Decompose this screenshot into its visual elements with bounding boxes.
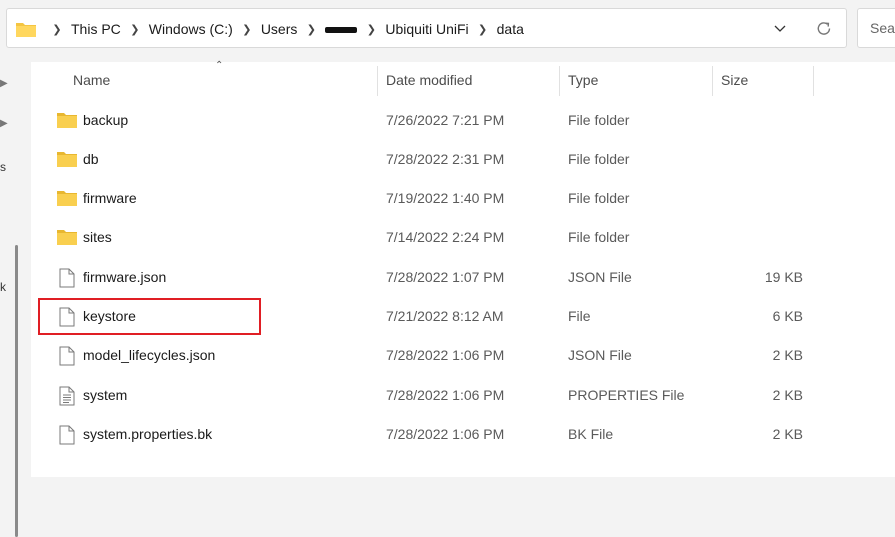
file-row-system[interactable]: system 7/28/2022 1:06 PM PROPERTIES File… — [31, 376, 895, 415]
navigation-pane[interactable]: ▶ ▶ s k — [0, 62, 30, 537]
column-size[interactable]: Size — [721, 62, 748, 98]
column-header: ⌃ Name Date modified Type Size — [31, 60, 895, 98]
file-size: 2 KB — [772, 426, 803, 442]
breadcrumb-windows-c[interactable]: Windows (C:) — [149, 21, 233, 37]
refresh-button[interactable] — [811, 17, 837, 41]
sort-ascending-icon[interactable]: ⌃ — [215, 60, 223, 71]
search-input[interactable] — [858, 9, 895, 47]
column-name[interactable]: Name — [73, 62, 110, 98]
file-row-firmware[interactable]: firmware 7/19/2022 1:40 PM File folder — [31, 179, 895, 218]
folder-icon — [56, 111, 78, 131]
chevron-right-icon[interactable]: ❯ — [48, 23, 66, 36]
file-type: File — [568, 308, 591, 324]
file-size: 6 KB — [772, 308, 803, 324]
folder-icon — [56, 228, 78, 248]
breadcrumb-this-pc[interactable]: This PC — [71, 21, 121, 37]
file-date: 7/28/2022 2:31 PM — [386, 151, 505, 167]
file-list: ⌃ Name Date modified Type Size backup 7/… — [31, 60, 895, 477]
file-date: 7/28/2022 1:06 PM — [386, 387, 505, 403]
chevron-right-icon[interactable]: ❯ — [362, 23, 380, 36]
file-size — [711, 218, 803, 257]
column-date-modified[interactable]: Date modified — [386, 62, 472, 98]
file-type: BK File — [568, 426, 614, 442]
file-row-model-lifecycles-json[interactable]: model_lifecycles.json 7/28/2022 1:06 PM … — [31, 336, 895, 375]
file-date: 7/26/2022 7:21 PM — [386, 112, 505, 128]
column-separator[interactable] — [813, 66, 814, 96]
folder-icon — [56, 189, 78, 209]
highlight-box — [38, 298, 261, 335]
redacted-username[interactable] — [325, 27, 358, 33]
file-type: JSON File — [568, 269, 632, 285]
column-type[interactable]: Type — [568, 62, 598, 98]
file-size — [711, 101, 803, 140]
column-separator[interactable] — [377, 66, 378, 96]
file-size: 19 KB — [764, 269, 803, 285]
file-name: firmware.json — [83, 269, 167, 285]
file-row-db[interactable]: db 7/28/2022 2:31 PM File folder — [31, 140, 895, 179]
file-date: 7/28/2022 1:06 PM — [386, 347, 505, 363]
folder-icon — [15, 20, 37, 38]
file-type: File folder — [568, 229, 630, 245]
file-icon — [56, 425, 78, 445]
file-size — [711, 179, 803, 218]
file-date: 7/14/2022 2:24 PM — [386, 229, 505, 245]
refresh-icon — [817, 22, 831, 35]
folder-icon — [56, 150, 78, 170]
chevron-right-icon[interactable]: ❯ — [474, 23, 492, 36]
chevron-down-icon — [774, 25, 786, 32]
file-name: model_lifecycles.json — [83, 347, 216, 363]
file-icon — [56, 268, 78, 288]
file-date: 7/28/2022 1:06 PM — [386, 426, 505, 442]
file-row-sites[interactable]: sites 7/14/2022 2:24 PM File folder — [31, 218, 895, 257]
file-type: File folder — [568, 151, 630, 167]
file-type: PROPERTIES File — [568, 387, 685, 403]
file-type: JSON File — [568, 347, 632, 363]
column-separator[interactable] — [559, 66, 560, 96]
file-size: 2 KB — [772, 387, 803, 403]
file-row-firmware-json[interactable]: firmware.json 7/28/2022 1:07 PM JSON Fil… — [31, 258, 895, 297]
file-size — [711, 140, 803, 179]
expand-arrow-icon[interactable]: ▶ — [0, 118, 8, 129]
file-size: 2 KB — [772, 347, 803, 363]
address-bar[interactable]: ❯ This PC ❯ Windows (C:) ❯ Users ❯ ❯ Ubi… — [6, 8, 847, 48]
breadcrumb-data[interactable]: data — [497, 21, 524, 37]
file-type: File folder — [568, 112, 630, 128]
breadcrumb-users[interactable]: Users — [261, 21, 298, 37]
search-box[interactable] — [857, 8, 895, 48]
file-name: firmware — [83, 190, 137, 206]
breadcrumb: ❯ This PC ❯ Windows (C:) ❯ Users ❯ ❯ Ubi… — [15, 9, 524, 49]
file-type: File folder — [568, 190, 630, 206]
file-name: db — [83, 151, 99, 167]
chevron-right-icon[interactable]: ❯ — [126, 23, 144, 36]
file-name: system — [83, 387, 128, 403]
chevron-right-icon[interactable]: ❯ — [238, 23, 256, 36]
breadcrumb-ubiquiti-unifi[interactable]: Ubiquiti UniFi — [385, 21, 468, 37]
expand-arrow-icon[interactable]: ▶ — [0, 78, 8, 89]
nav-scrollbar[interactable] — [15, 245, 18, 537]
file-name: system.properties.bk — [83, 426, 213, 442]
file-icon — [56, 346, 78, 366]
file-row-backup[interactable]: backup 7/26/2022 7:21 PM File folder — [31, 101, 895, 140]
nav-item-fragment[interactable]: s — [0, 160, 6, 174]
properties-file-icon — [56, 386, 78, 406]
file-date: 7/21/2022 8:12 AM — [386, 308, 504, 324]
column-separator[interactable] — [712, 66, 713, 96]
address-dropdown-button[interactable] — [769, 19, 791, 39]
file-date: 7/19/2022 1:40 PM — [386, 190, 505, 206]
file-name: sites — [83, 229, 112, 245]
file-name: backup — [83, 112, 129, 128]
nav-item-fragment[interactable]: k — [0, 280, 6, 294]
file-date: 7/28/2022 1:07 PM — [386, 269, 505, 285]
chevron-right-icon[interactable]: ❯ — [302, 23, 320, 36]
file-row-system-properties-bk[interactable]: system.properties.bk 7/28/2022 1:06 PM B… — [31, 415, 895, 454]
